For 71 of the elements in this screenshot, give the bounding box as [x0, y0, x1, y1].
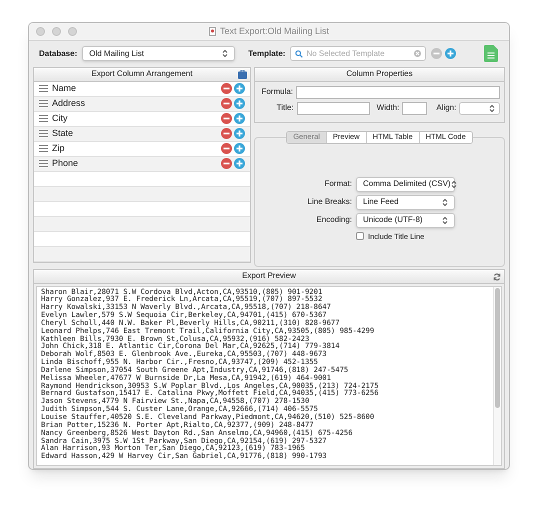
drag-handle-icon[interactable] [39, 145, 48, 152]
formula-label: Formula: [260, 86, 293, 98]
drag-handle-icon[interactable] [39, 130, 48, 137]
chevrons-icon [450, 180, 457, 188]
format-select[interactable]: Comma Delimited (CSV) [356, 176, 455, 192]
column-row[interactable]: Address [34, 96, 250, 112]
column-name: Address [52, 96, 86, 110]
remove-icon[interactable] [221, 83, 232, 94]
document-icon [208, 26, 216, 36]
scrollbar-thumb[interactable] [495, 288, 500, 408]
clear-icon[interactable] [414, 50, 422, 58]
line-breaks-select[interactable]: Line Feed [356, 194, 455, 210]
column-name: City [52, 112, 68, 125]
title-field[interactable] [296, 102, 370, 114]
column-row[interactable]: Zip [34, 142, 250, 156]
width-label: Width: [376, 102, 400, 114]
template-label: Template: [248, 48, 286, 60]
column-name: Phone [52, 156, 78, 170]
add-icon[interactable] [234, 143, 245, 154]
briefcase-icon[interactable] [238, 70, 247, 78]
zoom-icon[interactable] [68, 27, 77, 36]
template-search-field[interactable]: No Selected Template [290, 46, 426, 62]
remove-icon[interactable] [221, 113, 232, 124]
panel-title: Export Preview [242, 270, 296, 282]
chevrons-icon [442, 216, 448, 224]
column-name: State [52, 126, 74, 140]
template-search-input[interactable]: No Selected Template [306, 48, 412, 60]
remove-icon[interactable] [221, 128, 232, 139]
remove-icon[interactable] [221, 143, 232, 154]
add-icon[interactable] [234, 113, 245, 124]
drag-handle-icon[interactable] [39, 85, 48, 92]
column-row[interactable]: Phone [34, 156, 250, 172]
encoding-label: Encoding: [315, 214, 352, 226]
align-label: Align: [436, 102, 456, 114]
column-row[interactable]: Name [34, 82, 250, 96]
add-icon[interactable] [234, 83, 245, 94]
formula-field[interactable] [296, 86, 500, 98]
chevrons-icon [222, 49, 228, 58]
refresh-icon[interactable] [493, 272, 501, 280]
add-icon[interactable] [234, 158, 245, 169]
align-select[interactable] [459, 102, 500, 114]
line-breaks-label: Line Breaks: [306, 196, 352, 208]
chevrons-icon [442, 198, 448, 206]
column-row[interactable]: City [34, 112, 250, 126]
document-export-icon[interactable] [484, 45, 498, 62]
window-title: Text Export:Old Mailing List [220, 24, 330, 38]
chevrons-icon [489, 104, 495, 112]
drag-handle-icon[interactable] [39, 160, 48, 167]
database-label: Database: [39, 48, 78, 60]
column-row[interactable]: State [34, 126, 250, 142]
encoding-select[interactable]: Unicode (UTF-8) [356, 212, 455, 228]
search-icon [295, 50, 304, 58]
width-field[interactable] [402, 102, 428, 114]
drag-handle-icon[interactable] [39, 115, 48, 122]
column-name: Name [52, 82, 76, 95]
panel-title: Column Properties [346, 68, 413, 80]
add-icon[interactable] [234, 128, 245, 139]
format-label: Format: [323, 178, 352, 190]
drag-handle-icon[interactable] [39, 100, 48, 107]
column-name: Zip [52, 142, 65, 155]
close-icon[interactable] [36, 27, 45, 36]
add-icon[interactable] [234, 98, 245, 109]
title-label: Title: [276, 102, 294, 114]
add-icon[interactable] [445, 48, 456, 60]
checkbox[interactable] [356, 232, 364, 240]
remove-icon[interactable] [431, 48, 442, 60]
remove-icon[interactable] [221, 98, 232, 109]
database-select[interactable]: Old Mailing List [82, 46, 236, 62]
minimize-icon[interactable] [52, 27, 61, 36]
remove-icon[interactable] [221, 158, 232, 169]
panel-title: Export Column Arrangement [92, 68, 192, 80]
